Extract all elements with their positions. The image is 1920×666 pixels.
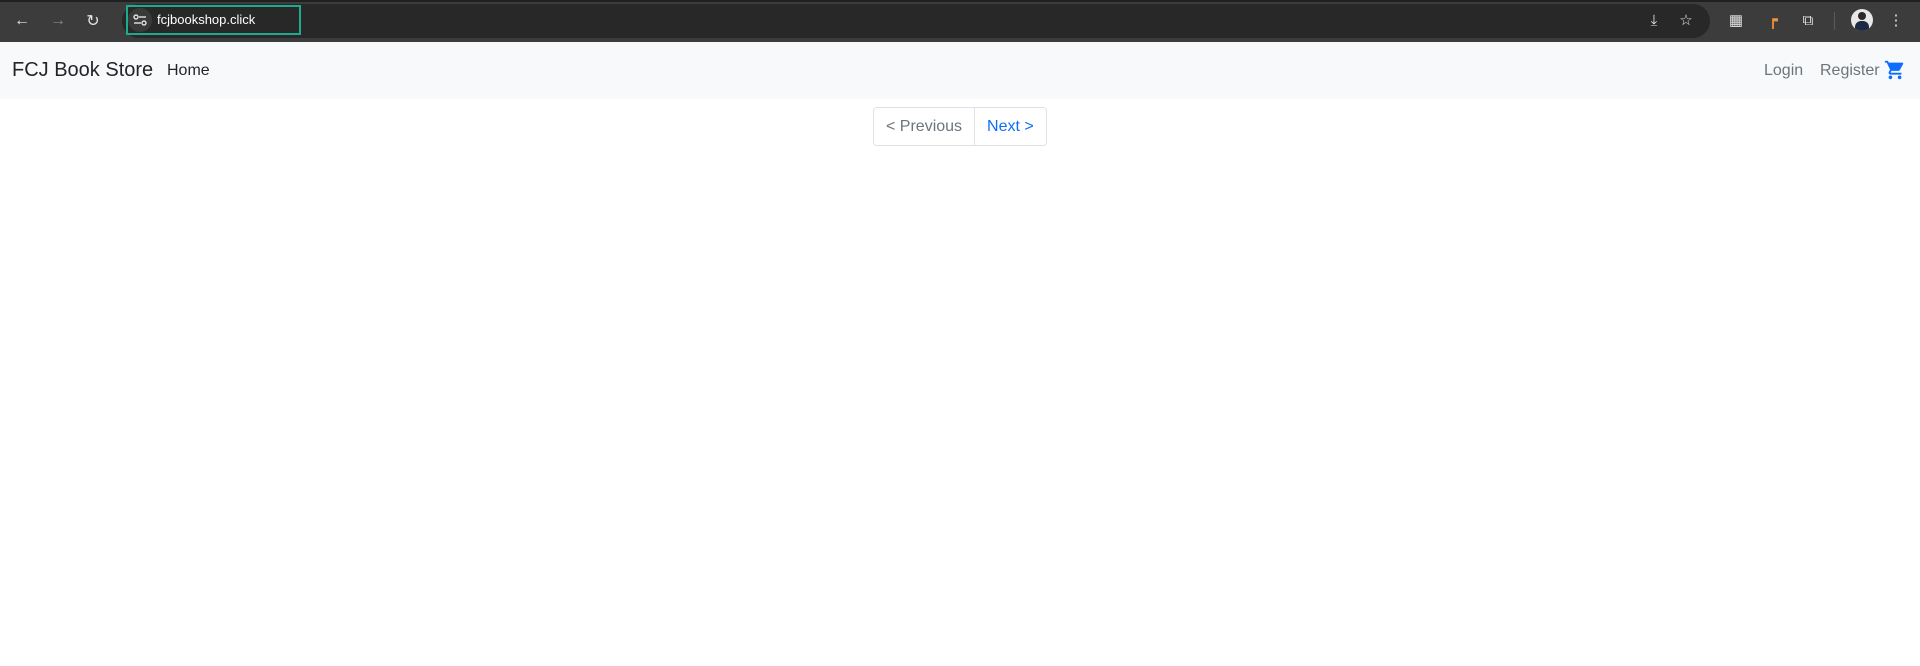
tab-strip-edge (0, 0, 1920, 2)
address-bar[interactable] (122, 4, 1710, 38)
next-page-button[interactable]: Next > (975, 108, 1046, 145)
extension-icon: ┍ (1768, 12, 1778, 29)
puzzle-icon: ⧉ (1802, 11, 1814, 29)
bookmark-button[interactable]: ☆ (1675, 9, 1697, 31)
nav-link-register[interactable]: Register (1820, 62, 1880, 80)
reload-button[interactable]: ↻ (80, 8, 106, 34)
arrow-right-icon: → (50, 12, 66, 29)
avatar[interactable] (1851, 9, 1873, 31)
nav-link-home[interactable]: Home (167, 62, 210, 80)
star-icon: ☆ (1679, 12, 1693, 29)
browser-menu-button[interactable]: ⋮ (1885, 9, 1907, 31)
cart-link[interactable] (1884, 59, 1906, 81)
site-info-button[interactable] (128, 8, 152, 32)
brand-link[interactable]: FCJ Book Store (12, 59, 153, 82)
site-navbar: FCJ Book Store Home Login Register (0, 42, 1920, 99)
back-button[interactable]: ← (9, 8, 35, 34)
extensions-menu-button[interactable]: ⧉ (1797, 9, 1819, 31)
kebab-menu-icon: ⋮ (1888, 12, 1904, 29)
avatar-body (1855, 21, 1869, 31)
qr-code-icon: ▦ (1728, 12, 1744, 29)
reload-icon: ↻ (86, 13, 100, 30)
toolbar-divider (1834, 12, 1835, 30)
arrow-left-icon: ← (14, 12, 30, 29)
tune-icon (133, 14, 147, 26)
extension-button[interactable]: ┍ (1762, 9, 1784, 31)
forward-button[interactable]: → (45, 8, 71, 34)
cart-icon (1884, 60, 1904, 80)
pagination: < Previous Next > (873, 107, 1047, 146)
install-app-button[interactable]: ⤓ (1643, 9, 1665, 31)
avatar-head (1858, 12, 1866, 20)
install-app-icon: ⤓ (1650, 11, 1658, 29)
url-text[interactable]: fcjbookshop.click (157, 12, 255, 27)
nav-link-login[interactable]: Login (1764, 62, 1803, 80)
previous-page-button[interactable]: < Previous (874, 108, 976, 145)
qr-code-button[interactable]: ▦ (1725, 9, 1747, 31)
browser-toolbar: ← → ↻ fcjbookshop.click ⤓ ☆ ▦ ┍ ⧉ ⋮ (0, 0, 1920, 42)
